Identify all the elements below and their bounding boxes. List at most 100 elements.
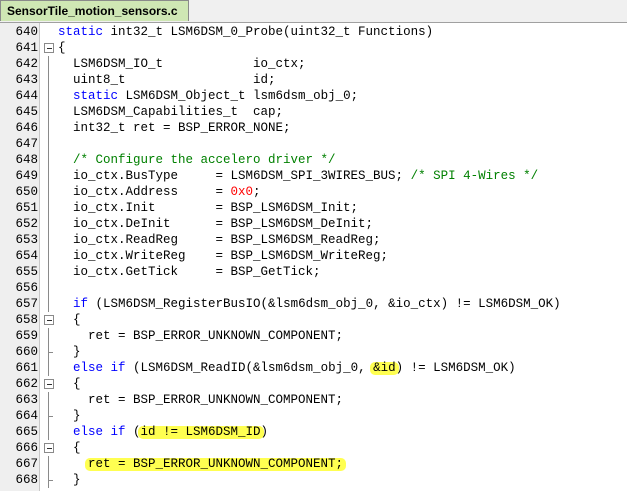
code-line[interactable]: 651 io_ctx.Init = BSP_LSM6DSM_Init; bbox=[0, 200, 627, 216]
line-number: 646 bbox=[15, 121, 38, 135]
fold-collapse-icon[interactable] bbox=[44, 376, 54, 392]
code-text[interactable]: io_ctx.DeInit = BSP_LSM6DSM_DeInit; bbox=[58, 216, 373, 232]
file-tab[interactable]: SensorTile_motion_sensors.c bbox=[0, 0, 189, 21]
code-token: uint8_t id; bbox=[58, 73, 276, 87]
code-token: ret = BSP_ERROR_UNKNOWN_COMPONENT; bbox=[58, 329, 344, 343]
code-line[interactable]: 664 } bbox=[0, 408, 627, 424]
fold-collapse-icon[interactable] bbox=[44, 312, 54, 328]
code-text[interactable]: uint8_t id; bbox=[58, 72, 276, 88]
code-line[interactable]: 650 io_ctx.Address = 0x0; bbox=[0, 184, 627, 200]
code-token: io_ctx.Init = BSP_LSM6DSM_Init; bbox=[58, 201, 359, 215]
code-text[interactable]: else if (LSM6DSM_ReadID(&lsm6dsm_obj_0, … bbox=[58, 360, 516, 376]
fold-guide-line bbox=[44, 200, 54, 216]
code-text[interactable]: io_ctx.Address = 0x0; bbox=[58, 184, 261, 200]
fold-guide-line bbox=[44, 72, 54, 88]
fold-guide-segment bbox=[48, 472, 49, 488]
code-line[interactable]: 649 io_ctx.BusType = LSM6DSM_SPI_3WIRES_… bbox=[0, 168, 627, 184]
minus-box-icon[interactable] bbox=[44, 43, 54, 53]
code-text[interactable]: { bbox=[58, 376, 81, 392]
fold-guide-segment bbox=[48, 408, 49, 424]
code-line[interactable]: 640 static int32_t LSM6DSM_0_Probe(uint32… bbox=[0, 24, 627, 40]
keyword-token: if bbox=[73, 297, 89, 311]
code-text[interactable]: } bbox=[58, 344, 81, 360]
code-line[interactable]: 659 ret = BSP_ERROR_UNKNOWN_COMPONENT; bbox=[0, 328, 627, 344]
code-line[interactable]: 668 } bbox=[0, 472, 627, 488]
code-text[interactable]: if (LSM6DSM_RegisterBusIO(&lsm6dsm_obj_0… bbox=[58, 296, 561, 312]
code-text[interactable]: { bbox=[58, 440, 81, 456]
code-line[interactable]: 656 bbox=[0, 280, 627, 296]
code-text[interactable]: io_ctx.BusType = LSM6DSM_SPI_3WIRES_BUS;… bbox=[58, 168, 538, 184]
code-token: } bbox=[58, 473, 81, 487]
code-text[interactable]: io_ctx.GetTick = BSP_GetTick; bbox=[58, 264, 321, 280]
code-text[interactable]: /* Configure the accelero driver */ bbox=[58, 152, 336, 168]
code-text[interactable]: LSM6DSM_IO_t io_ctx; bbox=[58, 56, 306, 72]
code-line[interactable]: 654 io_ctx.WriteReg = BSP_LSM6DSM_WriteR… bbox=[0, 248, 627, 264]
code-line[interactable]: 648 /* Configure the accelero driver */ bbox=[0, 152, 627, 168]
line-number: 660 bbox=[15, 345, 38, 359]
code-line[interactable]: 646 int32_t ret = BSP_ERROR_NONE; bbox=[0, 120, 627, 136]
code-line[interactable]: 663 ret = BSP_ERROR_UNKNOWN_COMPONENT; bbox=[0, 392, 627, 408]
fold-guide-line bbox=[44, 152, 54, 168]
code-text[interactable]: else if (id != LSM6DSM_ID) bbox=[58, 424, 268, 440]
code-token: io_ctx.BusType = LSM6DSM_SPI_3WIRES_BUS; bbox=[58, 169, 411, 183]
fold-collapse-icon[interactable] bbox=[44, 440, 54, 456]
code-text[interactable]: } bbox=[58, 472, 81, 488]
code-line[interactable]: 642 LSM6DSM_IO_t io_ctx; bbox=[0, 56, 627, 72]
code-line[interactable]: 662 { bbox=[0, 376, 627, 392]
code-line[interactable]: 647 bbox=[0, 136, 627, 152]
fold-collapse-icon[interactable] bbox=[44, 40, 54, 56]
code-line[interactable]: 643 uint8_t id; bbox=[0, 72, 627, 88]
code-text[interactable]: { bbox=[58, 40, 66, 56]
code-line[interactable]: 658 { bbox=[0, 312, 627, 328]
line-number: 658 bbox=[15, 313, 38, 327]
fold-guide-segment bbox=[48, 280, 49, 296]
code-text[interactable]: ret = BSP_ERROR_UNKNOWN_COMPONENT; bbox=[58, 328, 343, 344]
code-line[interactable]: 645 LSM6DSM_Capabilities_t cap; bbox=[0, 104, 627, 120]
fold-guide-segment bbox=[48, 200, 49, 216]
code-text[interactable]: io_ctx.WriteReg = BSP_LSM6DSM_WriteReg; bbox=[58, 248, 388, 264]
code-line[interactable]: 641 { bbox=[0, 40, 627, 56]
minus-box-icon[interactable] bbox=[44, 379, 54, 389]
code-text[interactable]: LSM6DSM_Capabilities_t cap; bbox=[58, 104, 283, 120]
minus-box-icon[interactable] bbox=[44, 315, 54, 325]
line-number: 644 bbox=[15, 89, 38, 103]
fold-guide-segment bbox=[48, 456, 49, 472]
code-line[interactable]: 660 } bbox=[0, 344, 627, 360]
code-token: io_ctx.WriteReg = BSP_LSM6DSM_WriteReg; bbox=[58, 249, 389, 263]
fold-guide-line bbox=[44, 360, 54, 376]
minus-box-icon[interactable] bbox=[44, 443, 54, 453]
code-text[interactable]: int32_t ret = BSP_ERROR_NONE; bbox=[58, 120, 291, 136]
line-number: 665 bbox=[15, 425, 38, 439]
code-line[interactable]: 653 io_ctx.ReadReg = BSP_LSM6DSM_ReadReg… bbox=[0, 232, 627, 248]
code-line[interactable]: 657 if (LSM6DSM_RegisterBusIO(&lsm6dsm_o… bbox=[0, 296, 627, 312]
code-text[interactable]: io_ctx.ReadReg = BSP_LSM6DSM_ReadReg; bbox=[58, 232, 381, 248]
fold-guide-segment bbox=[48, 296, 49, 312]
line-number: 642 bbox=[15, 57, 38, 71]
code-line[interactable]: 665 else if (id != LSM6DSM_ID) bbox=[0, 424, 627, 440]
code-token: ; bbox=[253, 185, 261, 199]
code-token: { bbox=[58, 313, 81, 327]
code-token: { bbox=[58, 377, 81, 391]
code-line[interactable]: 644 static LSM6DSM_Object_t lsm6dsm_obj_… bbox=[0, 88, 627, 104]
fold-end-marker bbox=[44, 472, 54, 488]
code-text[interactable]: { bbox=[58, 312, 81, 328]
code-text[interactable]: ret = BSP_ERROR_UNKNOWN_COMPONENT; bbox=[58, 392, 343, 408]
code-text[interactable]: io_ctx.Init = BSP_LSM6DSM_Init; bbox=[58, 200, 358, 216]
line-number: 640 bbox=[15, 25, 38, 39]
code-line[interactable]: 661 else if (LSM6DSM_ReadID(&lsm6dsm_obj… bbox=[0, 360, 627, 376]
line-number: 659 bbox=[15, 329, 38, 343]
code-line[interactable]: 667 ret = BSP_ERROR_UNKNOWN_COMPONENT; bbox=[0, 456, 627, 472]
fold-guide-line bbox=[44, 184, 54, 200]
code-text[interactable]: } bbox=[58, 408, 81, 424]
fold-guide-segment bbox=[48, 72, 49, 88]
code-text[interactable]: ret = BSP_ERROR_UNKNOWN_COMPONENT; bbox=[58, 456, 343, 472]
code-line[interactable]: 655 io_ctx.GetTick = BSP_GetTick; bbox=[0, 264, 627, 280]
code-text[interactable]: static LSM6DSM_Object_t lsm6dsm_obj_0; bbox=[58, 88, 358, 104]
code-editor[interactable]: 640 static int32_t LSM6DSM_0_Probe(uint32… bbox=[0, 23, 627, 491]
fold-guide-segment bbox=[48, 248, 49, 264]
code-token: LSM6DSM_Capabilities_t cap; bbox=[58, 105, 284, 119]
code-line[interactable]: 666 { bbox=[0, 440, 627, 456]
code-token: int32_t LSM6DSM_0_Probe(uint32_t Functio… bbox=[103, 25, 434, 39]
code-text[interactable]: static int32_t LSM6DSM_0_Probe(uint32_t … bbox=[58, 24, 433, 40]
code-line[interactable]: 652 io_ctx.DeInit = BSP_LSM6DSM_DeInit; bbox=[0, 216, 627, 232]
